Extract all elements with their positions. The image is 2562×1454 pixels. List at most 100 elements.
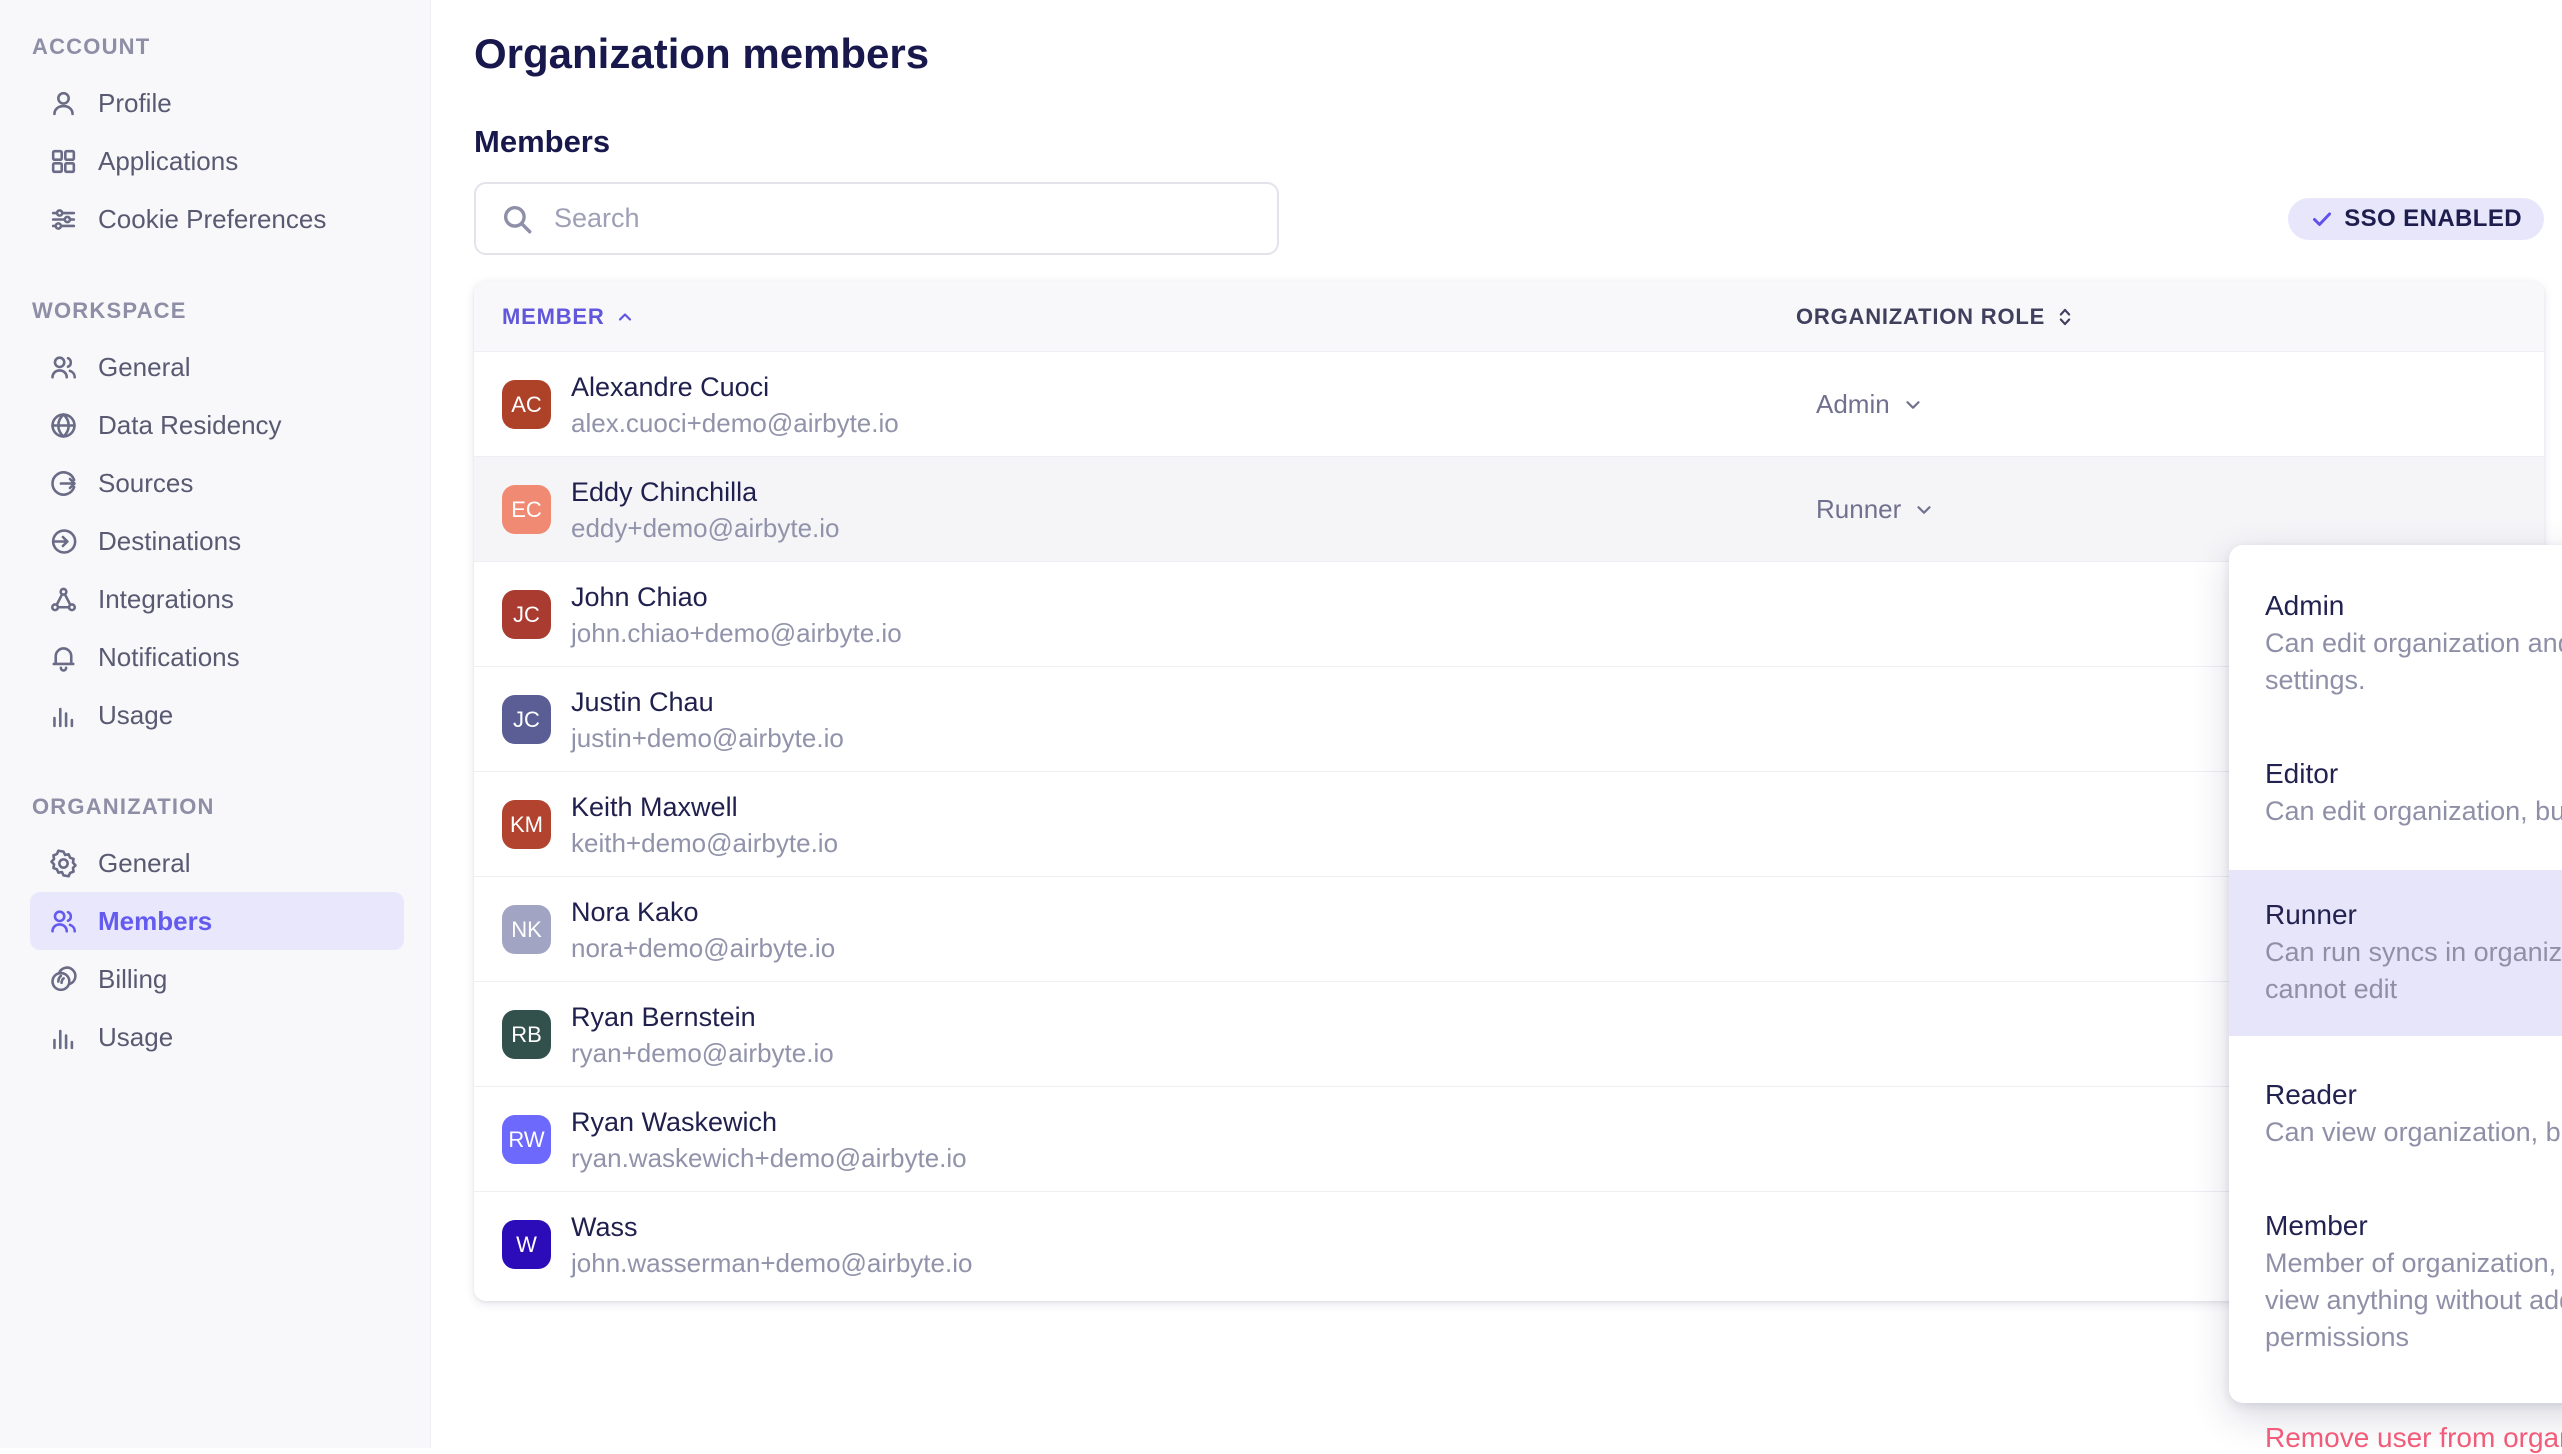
member-email: alex.cuoci+demo@airbyte.io: [571, 406, 899, 441]
sidebar-item-members[interactable]: Members: [30, 892, 404, 950]
avatar: RW: [502, 1115, 551, 1164]
column-header-member[interactable]: MEMBER: [502, 281, 635, 352]
settings-sidebar: ACCOUNT Profile Applications Cookie Pref…: [0, 0, 431, 1448]
member-name: Ryan Bernstein: [571, 998, 834, 1036]
member-email: nora+demo@airbyte.io: [571, 931, 835, 966]
network-icon: [48, 584, 79, 615]
role-option-description: Can run syncs in organization, but canno…: [2265, 934, 2562, 1008]
search-icon: [500, 202, 534, 236]
remove-user-action[interactable]: Remove user from organization: [2229, 1396, 2562, 1454]
member-email: john.chiao+demo@airbyte.io: [571, 616, 902, 651]
sidebar-item-general[interactable]: General: [30, 338, 404, 396]
sidebar-section-label: ACCOUNT: [32, 34, 404, 60]
member-name: Nora Kako: [571, 893, 835, 931]
sidebar-item-billing[interactable]: Billing: [30, 950, 404, 1008]
search-box: [474, 182, 1279, 255]
role-option-admin[interactable]: Admin Can edit organization and organiza…: [2229, 571, 2562, 715]
destination-icon: [48, 526, 79, 557]
sidebar-item-label: Billing: [98, 964, 167, 995]
role-option-member[interactable]: Member Member of organization, but canno…: [2229, 1191, 2562, 1372]
sidebar-section-label: ORGANIZATION: [32, 794, 404, 820]
sso-badge-label: SSO ENABLED: [2344, 205, 2522, 233]
member-row: EC Eddy Chinchilla eddy+demo@airbyte.io …: [474, 457, 2544, 562]
members-section-title: Members: [474, 124, 610, 160]
main-content: Organization members Members SSO ENABLED…: [431, 0, 2562, 1448]
member-email: ryan.waskewich+demo@airbyte.io: [571, 1141, 967, 1176]
sidebar-item-notifications[interactable]: Notifications: [30, 628, 404, 686]
sidebar-item-label: Applications: [98, 146, 238, 177]
check-icon: [2310, 207, 2334, 231]
role-option-description: Can view organization, but cannot edit: [2265, 1114, 2562, 1151]
role-dropdown-menu: Admin Can edit organization and organiza…: [2229, 545, 2562, 1403]
role-option-title: Member: [2265, 1207, 2562, 1245]
users-icon: [48, 906, 79, 937]
sidebar-item-usage[interactable]: Usage: [30, 686, 404, 744]
page-title: Organization members: [474, 30, 929, 78]
chevron-down-icon: [1902, 394, 1924, 416]
sidebar-section-account: ACCOUNT Profile Applications Cookie Pref…: [30, 34, 404, 248]
role-select[interactable]: Admin: [1816, 352, 1924, 457]
avatar: KM: [502, 800, 551, 849]
role-option-editor[interactable]: Editor Can edit organization, but not se…: [2229, 739, 2562, 846]
sidebar-item-data-residency[interactable]: Data Residency: [30, 396, 404, 454]
avatar: W: [502, 1220, 551, 1269]
member-email: keith+demo@airbyte.io: [571, 826, 838, 861]
role-option-title: Editor: [2265, 755, 2562, 793]
role-select[interactable]: Runner: [1816, 457, 1935, 562]
sidebar-item-label: Usage: [98, 700, 173, 731]
users-icon: [48, 352, 79, 383]
sidebar-item-label: Destinations: [98, 526, 241, 557]
grid-icon: [48, 146, 79, 177]
member-name: Justin Chau: [571, 683, 844, 721]
source-icon: [48, 468, 79, 499]
sidebar-item-profile[interactable]: Profile: [30, 74, 404, 132]
sidebar-item-label: Cookie Preferences: [98, 204, 326, 235]
sidebar-section-label: WORKSPACE: [32, 298, 404, 324]
sidebar-item-label: Members: [98, 906, 212, 937]
role-option-reader[interactable]: Reader Can view organization, but cannot…: [2229, 1060, 2562, 1167]
sidebar-item-general[interactable]: General: [30, 834, 404, 892]
sidebar-item-label: Sources: [98, 468, 193, 499]
sidebar-section-workspace: WORKSPACE General Data Residency Sources…: [30, 298, 404, 744]
role-option-title: Admin: [2265, 587, 2562, 625]
member-name: Alexandre Cuoci: [571, 368, 899, 406]
table-header-row: MEMBER ORGANIZATION ROLE: [474, 281, 2544, 352]
avatar: RB: [502, 1010, 551, 1059]
sidebar-item-usage[interactable]: Usage: [30, 1008, 404, 1066]
member-name: Ryan Waskewich: [571, 1103, 967, 1141]
role-option-runner[interactable]: Runner Can run syncs in organization, bu…: [2229, 870, 2562, 1036]
sidebar-item-destinations[interactable]: Destinations: [30, 512, 404, 570]
sort-ascending-icon: [615, 307, 635, 327]
role-option-title: Runner: [2265, 896, 2562, 934]
column-header-organization-role[interactable]: ORGANIZATION ROLE: [1796, 281, 2075, 352]
avatar: NK: [502, 905, 551, 954]
member-email: eddy+demo@airbyte.io: [571, 511, 840, 546]
role-option-title: Reader: [2265, 1076, 2562, 1114]
member-name: Wass: [571, 1208, 972, 1246]
bar-chart-icon: [48, 700, 79, 731]
bell-icon: [48, 642, 79, 673]
member-email: ryan+demo@airbyte.io: [571, 1036, 834, 1071]
sliders-icon: [48, 204, 79, 235]
search-input[interactable]: [474, 182, 1279, 255]
member-name: Eddy Chinchilla: [571, 473, 840, 511]
sort-icon: [2055, 307, 2075, 327]
member-name: John Chiao: [571, 578, 902, 616]
role-option-description: Can edit organization, but not settings: [2265, 793, 2562, 830]
coins-icon: [48, 964, 79, 995]
chevron-down-icon: [1913, 499, 1935, 521]
avatar: AC: [502, 380, 551, 429]
sidebar-item-integrations[interactable]: Integrations: [30, 570, 404, 628]
user-icon: [48, 88, 79, 119]
member-email: justin+demo@airbyte.io: [571, 721, 844, 756]
sidebar-item-label: General: [98, 352, 191, 383]
sso-enabled-badge: SSO ENABLED: [2288, 198, 2544, 240]
sidebar-item-label: Integrations: [98, 584, 234, 615]
avatar: JC: [502, 590, 551, 639]
members-toolbar: SSO ENABLED: [474, 182, 2544, 255]
role-option-description: Member of organization, but cannot view …: [2265, 1245, 2562, 1356]
globe-icon: [48, 410, 79, 441]
sidebar-item-cookie-preferences[interactable]: Cookie Preferences: [30, 190, 404, 248]
sidebar-item-sources[interactable]: Sources: [30, 454, 404, 512]
sidebar-item-applications[interactable]: Applications: [30, 132, 404, 190]
